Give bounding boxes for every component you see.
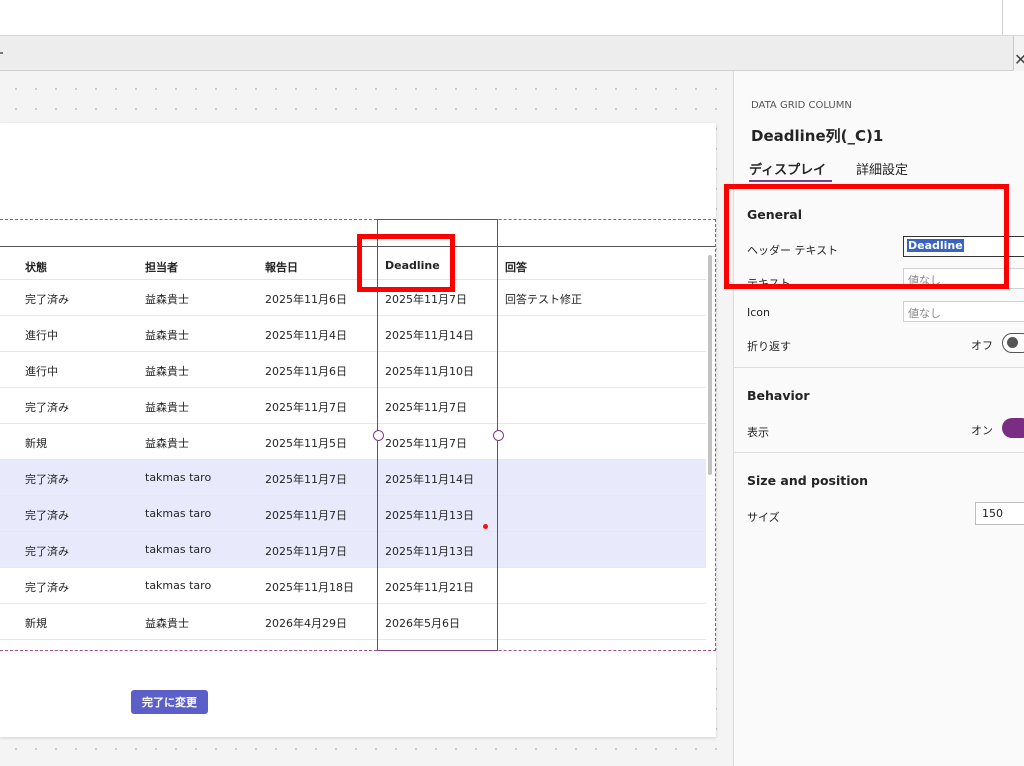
- table-row[interactable]: 進行中 益森貴士 2025年11月6日 2025年11月10日: [0, 352, 706, 388]
- wrap-state: オフ: [971, 339, 993, 352]
- header-reported[interactable]: 報告日: [265, 259, 298, 275]
- visible-state: オン: [971, 424, 993, 437]
- cell-status: 完了済み: [25, 401, 69, 414]
- grid-header-row: 状態 担当者 報告日 Deadline 回答: [0, 247, 706, 280]
- cell-owner: takmas taro: [145, 543, 212, 556]
- cell-owner: 益森貴士: [145, 437, 189, 450]
- cell-status: 完了済み: [25, 545, 69, 558]
- header-status[interactable]: 状態: [25, 259, 47, 275]
- table-row[interactable]: 完了済み takmas taro 2025年11月7日 2025年11月13日: [0, 532, 706, 568]
- header-owner[interactable]: 担当者: [145, 259, 178, 275]
- table-row[interactable]: 進行中 益森貴士 2025年11月4日 2025年11月14日: [0, 316, 706, 352]
- cell-reported: 2025年11月7日: [265, 401, 347, 414]
- close-icon[interactable]: ✕: [1014, 52, 1024, 68]
- wrap-label: 折り返す: [747, 340, 791, 353]
- table-row[interactable]: 完了済み takmas taro 2025年11月7日 2025年11月13日: [0, 496, 706, 532]
- cell-status: 完了済み: [25, 293, 69, 306]
- cell-reported: 2025年11月4日: [265, 329, 347, 342]
- icon-input[interactable]: 値なし: [903, 301, 1024, 322]
- cell-owner: takmas taro: [145, 471, 212, 484]
- visible-label: 表示: [747, 426, 769, 439]
- panel-title: Deadline列(_C)1: [751, 127, 884, 145]
- table-row[interactable]: 新規 益森貴士 2025年11月5日 2025年11月7日: [0, 424, 706, 460]
- cell-owner: takmas taro: [145, 579, 212, 592]
- size-label: サイズ: [747, 511, 780, 524]
- table-row[interactable]: 完了済み takmas taro 2025年11月7日 2025年11月14日: [0, 460, 706, 496]
- cell-answer: 回答テスト修正: [505, 293, 582, 306]
- mark-complete-button[interactable]: 完了に変更: [131, 690, 208, 714]
- top-toolbar: [0, 0, 1024, 36]
- visible-toggle[interactable]: [1002, 418, 1024, 438]
- panel-divider: [734, 452, 1024, 453]
- cell-status: 完了済み: [25, 509, 69, 522]
- cell-owner: takmas taro: [145, 507, 212, 520]
- table-row[interactable]: 完了済み 益森貴士 2025年11月7日 2025年11月7日: [0, 388, 706, 424]
- cell-reported: 2025年11月7日: [265, 509, 347, 522]
- tab-display[interactable]: ディスプレイ: [749, 159, 832, 182]
- tab-advanced[interactable]: 詳細設定: [856, 159, 908, 178]
- header-answer[interactable]: 回答: [505, 259, 527, 275]
- cell-owner: 益森貴士: [145, 617, 189, 630]
- resize-handle-right[interactable]: [493, 430, 504, 441]
- cell-status: 進行中: [25, 365, 58, 378]
- properties-panel: DATA GRID COLUMN Deadline列(_C)1 ディスプレイ 詳…: [733, 71, 1024, 766]
- panel-kicker: DATA GRID COLUMN: [751, 100, 852, 111]
- design-canvas: 状態 担当者 報告日 Deadline 回答 完了済み 益森貴士 2025年11月6…: [0, 71, 732, 766]
- cell-status: 新規: [25, 617, 47, 630]
- collapse-marker: [0, 52, 3, 54]
- table-row[interactable]: 新規 益森貴士 2026年4月29日 2026年5月6日: [0, 604, 706, 640]
- table-row[interactable]: 完了済み 益森貴士 2025年11月6日 2025年11月7日 回答テスト修正: [0, 280, 706, 316]
- wrap-toggle[interactable]: [1002, 333, 1024, 353]
- cell-reported: 2025年11月7日: [265, 473, 347, 486]
- section-size-title: Size and position: [747, 473, 869, 488]
- toolbar-divider: [1002, 0, 1003, 35]
- tab-underline: [749, 180, 832, 182]
- cell-status: 完了済み: [25, 473, 69, 486]
- app-screen: 状態 担当者 報告日 Deadline 回答 完了済み 益森貴士 2025年11月6…: [0, 123, 716, 737]
- cell-reported: 2025年11月18日: [265, 581, 354, 594]
- toggle-knob: [1007, 337, 1018, 348]
- annotation-box-header: [357, 234, 455, 292]
- resize-handle-left[interactable]: [373, 430, 384, 441]
- cell-reported: 2025年11月5日: [265, 437, 347, 450]
- cell-owner: 益森貴士: [145, 401, 189, 414]
- cell-status: 進行中: [25, 329, 58, 342]
- size-input[interactable]: 150: [975, 502, 1024, 525]
- table-row[interactable]: 完了済み takmas taro 2025年11月18日 2025年11月21日: [0, 568, 706, 604]
- cell-owner: 益森貴士: [145, 293, 189, 306]
- cursor-dot: [483, 524, 488, 529]
- cell-owner: 益森貴士: [145, 365, 189, 378]
- cell-reported: 2026年4月29日: [265, 617, 347, 630]
- cell-status: 新規: [25, 437, 47, 450]
- tab-display-label: ディスプレイ: [749, 163, 827, 178]
- section-behavior-title: Behavior: [747, 388, 810, 403]
- cell-status: 完了済み: [25, 581, 69, 594]
- panel-divider: [734, 367, 1024, 368]
- annotation-box-general: [724, 184, 1009, 289]
- cell-owner: 益森貴士: [145, 329, 189, 342]
- cell-reported: 2025年11月6日: [265, 293, 347, 306]
- sub-toolbar: [0, 36, 1014, 71]
- cell-reported: 2025年11月7日: [265, 545, 347, 558]
- icon-label: Icon: [747, 306, 770, 319]
- cell-reported: 2025年11月6日: [265, 365, 347, 378]
- grid-scrollbar[interactable]: [708, 255, 712, 475]
